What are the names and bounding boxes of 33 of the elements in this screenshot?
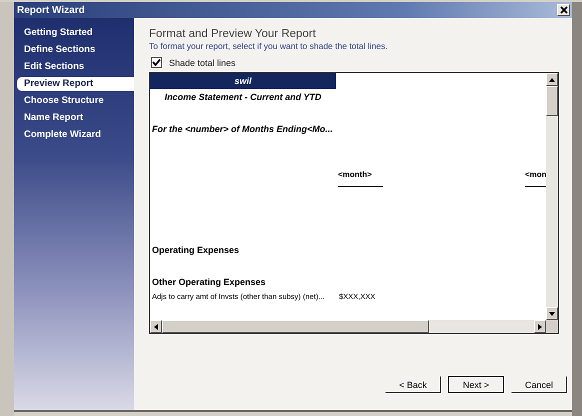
wizard-button[interactable]: Cancel <box>511 376 567 393</box>
report-period: For the <number> of Months Ending<Mo... <box>151 124 334 134</box>
wizard-step[interactable]: Define Sections <box>17 43 134 57</box>
wizard-step[interactable]: Edit Sections <box>17 60 134 74</box>
wizard-step[interactable]: Complete Wizard <box>17 128 134 142</box>
report-company-bar: swil <box>150 73 336 89</box>
left-arrow-icon[interactable] <box>154 324 158 330</box>
wizard-button[interactable]: Next > <box>448 376 504 393</box>
instruction-text: To format your report, select if you want to shade the total lines. <box>149 41 389 51</box>
window-title: Report Wizard <box>17 4 85 16</box>
vertical-scrollbar[interactable] <box>546 73 558 320</box>
scrollbar-corner <box>546 320 558 333</box>
wizard-step[interactable]: Name Report <box>17 111 134 125</box>
horizontal-scrollbar[interactable] <box>150 320 546 333</box>
column-header: <month> <box>338 170 372 179</box>
wizard-button[interactable]: < Back <box>385 376 441 393</box>
report-title: Income Statement - Current and YTD <box>164 92 322 102</box>
right-arrow-icon[interactable] <box>538 324 542 330</box>
column-header: <mon <box>525 170 546 179</box>
scroll-thumb[interactable] <box>546 86 558 116</box>
section-heading: Operating Expenses <box>151 245 240 255</box>
wizard-step[interactable]: Getting Started <box>17 26 134 40</box>
scroll-thumb[interactable] <box>162 320 429 333</box>
up-arrow-icon[interactable] <box>549 78 555 82</box>
wizard-step[interactable]: Choose Structure <box>17 94 134 108</box>
section-heading: Other Operating Expenses <box>151 277 267 287</box>
checkbox-label[interactable]: Shade total lines <box>169 58 236 68</box>
close-icon <box>560 6 568 14</box>
close-button[interactable] <box>557 4 570 16</box>
down-arrow-icon[interactable] <box>549 312 555 316</box>
page-heading: Format and Preview Your Report <box>149 28 317 40</box>
checkbox[interactable] <box>151 57 162 68</box>
wizard-step[interactable]: Preview Report <box>17 77 134 91</box>
